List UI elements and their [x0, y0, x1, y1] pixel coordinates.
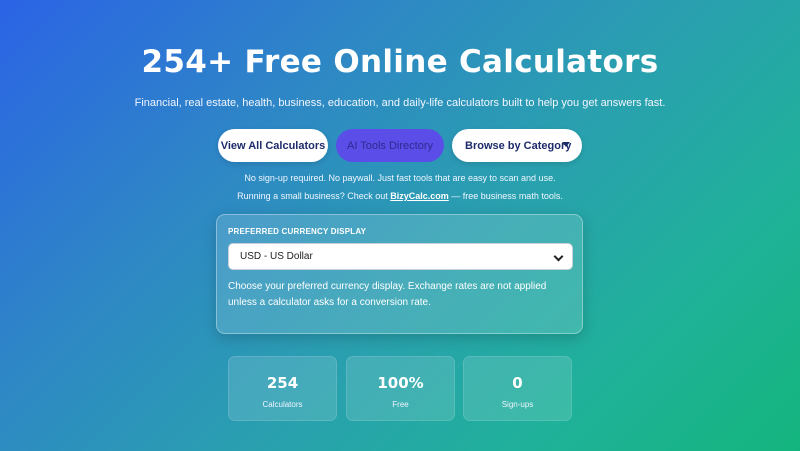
- page-subtitle: Financial, real estate, health, business…: [134, 97, 666, 109]
- hero-section: 254+ Free Online Calculators Financial, …: [0, 0, 800, 451]
- browse-by-category-button[interactable]: Browse by Category: [452, 129, 582, 162]
- small-business-note: Running a small business? Check out Bizy…: [0, 191, 800, 201]
- stat-value: 254: [266, 374, 299, 392]
- bizycalc-link[interactable]: BizyCalc.com: [390, 191, 449, 201]
- currency-help-text: Choose your preferred currency display. …: [228, 281, 547, 308]
- stat-card-calculators: 254 Calculators: [228, 356, 337, 421]
- stat-value: 100%: [377, 374, 424, 392]
- chevron-down-icon: [553, 251, 564, 262]
- page-title: 254+ Free Online Calculators: [141, 44, 659, 80]
- caret-down-icon: [562, 142, 570, 147]
- currency-preference-card: PREFERRED CURRENCY DISPLAY USD - US Doll…: [216, 214, 583, 334]
- small-business-note-prefix: Running a small business? Check out: [237, 191, 391, 201]
- stat-label: Calculators: [262, 400, 303, 409]
- currency-select[interactable]: USD - US Dollar: [228, 243, 573, 270]
- stat-label: Free: [392, 400, 409, 409]
- currency-selected-value: USD - US Dollar: [240, 251, 313, 262]
- stat-label: Sign-ups: [501, 400, 534, 409]
- ai-tools-directory-button[interactable]: AI Tools Directory: [336, 129, 444, 162]
- no-signup-note: No sign-up required. No paywall. Just fa…: [244, 173, 556, 183]
- view-all-calculators-button[interactable]: View All Calculators: [218, 129, 328, 162]
- browse-by-category-label: Browse by Category: [465, 139, 572, 152]
- stat-card-free: 100% Free: [346, 356, 455, 421]
- stat-card-signups: 0 Sign-ups: [463, 356, 572, 421]
- stat-value: 0: [512, 374, 523, 392]
- small-business-note-suffix: — free business math tools.: [448, 191, 563, 201]
- currency-label: PREFERRED CURRENCY DISPLAY: [228, 227, 367, 236]
